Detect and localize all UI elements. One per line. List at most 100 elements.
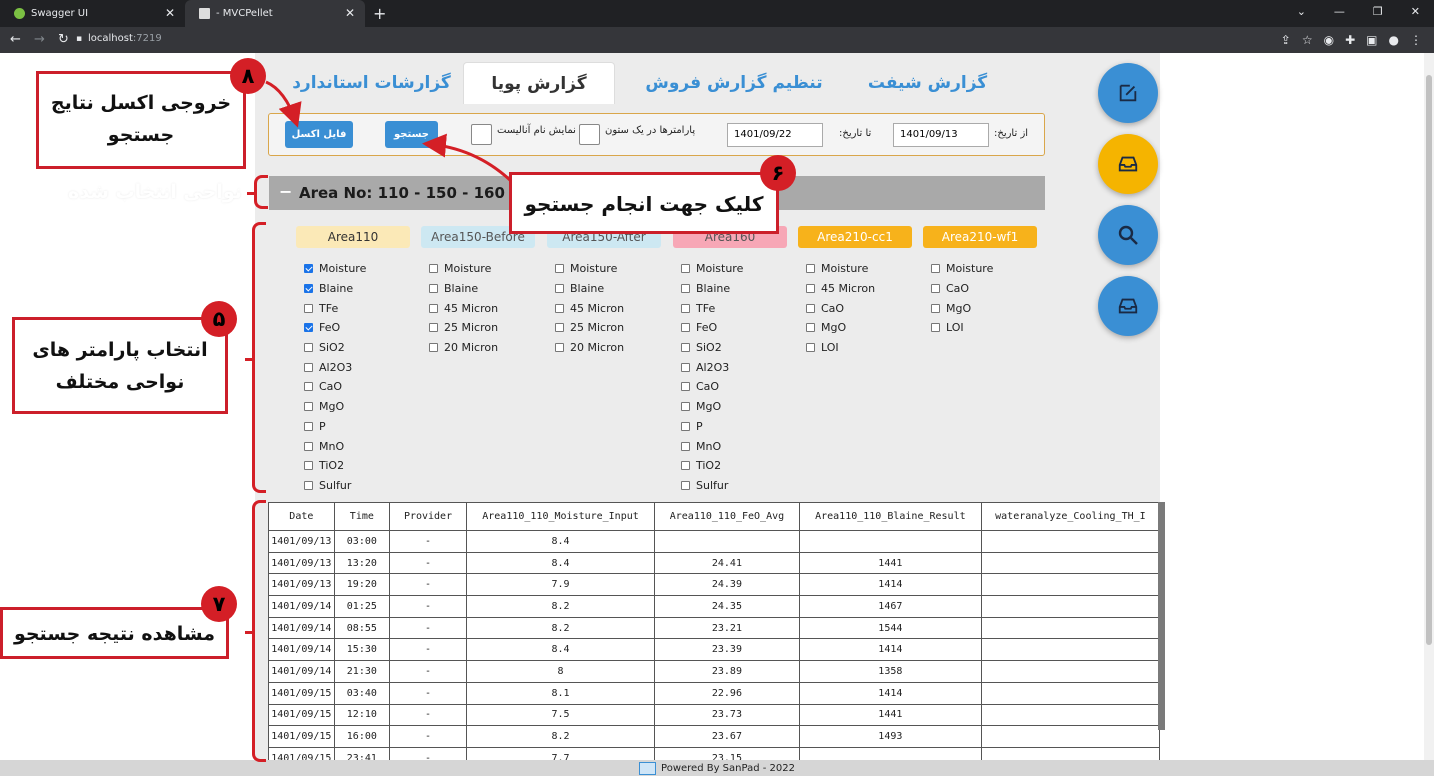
param-checkbox[interactable]: [555, 343, 564, 353]
param-checkbox[interactable]: [681, 264, 690, 274]
param-checkbox[interactable]: [429, 303, 438, 313]
param-option[interactable]: Moisture: [304, 259, 410, 279]
edit-action-button[interactable]: [1098, 63, 1158, 123]
tab-dynamic-report[interactable]: گزارش پویا: [463, 62, 615, 104]
param-option[interactable]: TFe: [304, 298, 410, 318]
tab-sales-report-settings[interactable]: تنظیم گزارش فروش: [645, 62, 823, 104]
column-header[interactable]: Date: [268, 502, 335, 531]
search-action-button[interactable]: [1098, 205, 1158, 265]
param-checkbox[interactable]: [429, 323, 438, 333]
table-scrollbar[interactable]: [1158, 502, 1165, 730]
page-scrollbar-thumb[interactable]: [1426, 75, 1432, 645]
param-option[interactable]: MgO: [806, 318, 912, 338]
param-checkbox[interactable]: [931, 264, 940, 274]
from-date-input[interactable]: 1401/09/13: [893, 123, 989, 147]
show-analyst-checkbox[interactable]: [471, 124, 492, 145]
param-checkbox[interactable]: [429, 343, 438, 353]
param-checkbox[interactable]: [681, 421, 690, 431]
param-checkbox[interactable]: [429, 264, 438, 274]
close-tab-icon[interactable]: ✕: [345, 6, 355, 20]
param-option[interactable]: TiO2: [304, 456, 410, 476]
param-option[interactable]: MnO: [681, 436, 787, 456]
inbox-action-button[interactable]: [1098, 134, 1158, 194]
param-checkbox[interactable]: [681, 382, 690, 392]
param-option[interactable]: FeO: [681, 318, 787, 338]
param-checkbox[interactable]: [304, 421, 313, 431]
param-checkbox[interactable]: [806, 343, 815, 353]
param-checkbox[interactable]: [681, 343, 690, 353]
param-checkbox[interactable]: [806, 264, 815, 274]
param-checkbox[interactable]: [931, 284, 940, 294]
param-option[interactable]: 45 Micron: [429, 298, 535, 318]
menu-icon[interactable]: ⋮: [1410, 33, 1422, 47]
close-tab-icon[interactable]: ✕: [165, 6, 175, 20]
param-checkbox[interactable]: [555, 323, 564, 333]
column-header[interactable]: Area110_110_Blaine_Result: [798, 502, 982, 531]
param-checkbox[interactable]: [681, 323, 690, 333]
param-option[interactable]: MgO: [931, 298, 1037, 318]
param-option[interactable]: Blaine: [304, 279, 410, 299]
param-option[interactable]: P: [304, 417, 410, 437]
one-column-checkbox[interactable]: [579, 124, 600, 145]
param-option[interactable]: Al2O3: [304, 357, 410, 377]
inbox-action-button-2[interactable]: [1098, 276, 1158, 336]
param-checkbox[interactable]: [555, 264, 564, 274]
param-checkbox[interactable]: [681, 303, 690, 313]
param-option[interactable]: MgO: [304, 397, 410, 417]
param-checkbox[interactable]: [681, 362, 690, 372]
param-checkbox[interactable]: [429, 284, 438, 294]
param-checkbox[interactable]: [555, 284, 564, 294]
param-option[interactable]: MnO: [304, 436, 410, 456]
column-header[interactable]: Area110_110_Moisture_Input: [466, 502, 655, 531]
param-option[interactable]: CaO: [681, 377, 787, 397]
param-checkbox[interactable]: [681, 480, 690, 490]
param-checkbox[interactable]: [304, 402, 313, 412]
param-option[interactable]: 25 Micron: [429, 318, 535, 338]
column-header[interactable]: wateranalyze_Cooling_TH_I: [980, 502, 1160, 531]
restore-icon[interactable]: ❐: [1373, 5, 1383, 18]
param-option[interactable]: Moisture: [681, 259, 787, 279]
param-checkbox[interactable]: [304, 323, 313, 333]
excel-button[interactable]: فایل اکسل: [285, 121, 353, 148]
param-option[interactable]: FeO: [304, 318, 410, 338]
param-checkbox[interactable]: [681, 284, 690, 294]
param-checkbox[interactable]: [304, 461, 313, 471]
param-option[interactable]: Moisture: [806, 259, 912, 279]
param-option[interactable]: 45 Micron: [555, 298, 661, 318]
param-option[interactable]: Blaine: [429, 279, 535, 299]
param-checkbox[interactable]: [681, 461, 690, 471]
param-checkbox[interactable]: [304, 480, 313, 490]
param-option[interactable]: LOI: [931, 318, 1037, 338]
forward-icon[interactable]: →: [34, 32, 45, 47]
param-checkbox[interactable]: [806, 303, 815, 313]
param-option[interactable]: Al2O3: [681, 357, 787, 377]
param-option[interactable]: LOI: [806, 338, 912, 358]
to-date-input[interactable]: 1401/09/22: [727, 123, 823, 147]
search-button[interactable]: جستجو: [385, 121, 438, 148]
param-option[interactable]: Blaine: [681, 279, 787, 299]
tab-shift-report[interactable]: گزارش شیفت: [860, 62, 995, 104]
param-option[interactable]: P: [681, 417, 787, 437]
minimize-icon[interactable]: —: [1334, 5, 1345, 18]
param-checkbox[interactable]: [806, 323, 815, 333]
close-window-icon[interactable]: ✕: [1411, 5, 1420, 18]
param-checkbox[interactable]: [931, 323, 940, 333]
browser-tab-mvcpellet[interactable]: - MVCPellet ✕: [185, 0, 365, 27]
param-checkbox[interactable]: [304, 441, 313, 451]
param-checkbox[interactable]: [806, 284, 815, 294]
param-option[interactable]: SiO2: [681, 338, 787, 358]
param-checkbox[interactable]: [304, 343, 313, 353]
puzzle-icon[interactable]: ✚: [1345, 33, 1355, 47]
collapse-toggle[interactable]: −: [279, 182, 292, 201]
param-checkbox[interactable]: [555, 303, 564, 313]
param-option[interactable]: TiO2: [681, 456, 787, 476]
extension-circle-icon[interactable]: ◉: [1324, 33, 1334, 47]
param-option[interactable]: 20 Micron: [555, 338, 661, 358]
browser-tab-swagger[interactable]: Swagger UI ✕: [0, 0, 185, 27]
column-header[interactable]: Area110_110_FeO_Avg: [653, 502, 800, 531]
param-option[interactable]: TFe: [681, 298, 787, 318]
column-header[interactable]: Time: [333, 502, 391, 531]
tab-search-icon[interactable]: ⌄: [1297, 5, 1306, 18]
column-header[interactable]: Provider: [388, 502, 468, 531]
param-checkbox[interactable]: [304, 284, 313, 294]
